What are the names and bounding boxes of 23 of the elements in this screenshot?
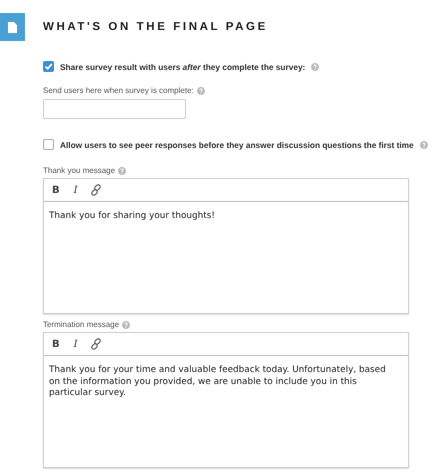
link-icon[interactable] xyxy=(90,184,102,196)
editor-label: Thank you message xyxy=(43,166,116,175)
editor-label: Termination message xyxy=(43,320,120,329)
checkbox-label: Allow users to see peer responses before they answer discussion questions the first time xyxy=(60,140,414,150)
italic-button[interactable]: I xyxy=(72,184,80,196)
italic-button[interactable]: I xyxy=(72,338,80,350)
bold-button[interactable]: B xyxy=(50,338,62,350)
bold-button[interactable]: B xyxy=(50,184,62,196)
checkbox-label: Share survey result with users after they complete the survey: xyxy=(60,62,306,72)
help-icon[interactable] xyxy=(122,320,130,328)
help-icon[interactable] xyxy=(420,140,428,148)
help-icon[interactable] xyxy=(311,62,320,70)
section-title: WHAT'S ON THE FINAL PAGE xyxy=(43,21,268,33)
input-field[interactable] xyxy=(43,99,186,119)
link-icon[interactable] xyxy=(90,338,102,350)
help-icon[interactable] xyxy=(196,86,205,94)
message-text[interactable]: Thank you for your time and valuable feedback today. Unfortunately, based on the information you provided, we are unable to include you in this particular survey. xyxy=(44,356,408,467)
checkbox[interactable] xyxy=(43,139,54,150)
field-label: Send users here when survey is complete: xyxy=(43,86,194,95)
checkbox[interactable] xyxy=(43,61,54,72)
page-icon xyxy=(8,22,17,32)
message-text[interactable]: Thank you for sharing your thoughts! xyxy=(44,202,408,313)
help-icon[interactable] xyxy=(118,166,126,174)
